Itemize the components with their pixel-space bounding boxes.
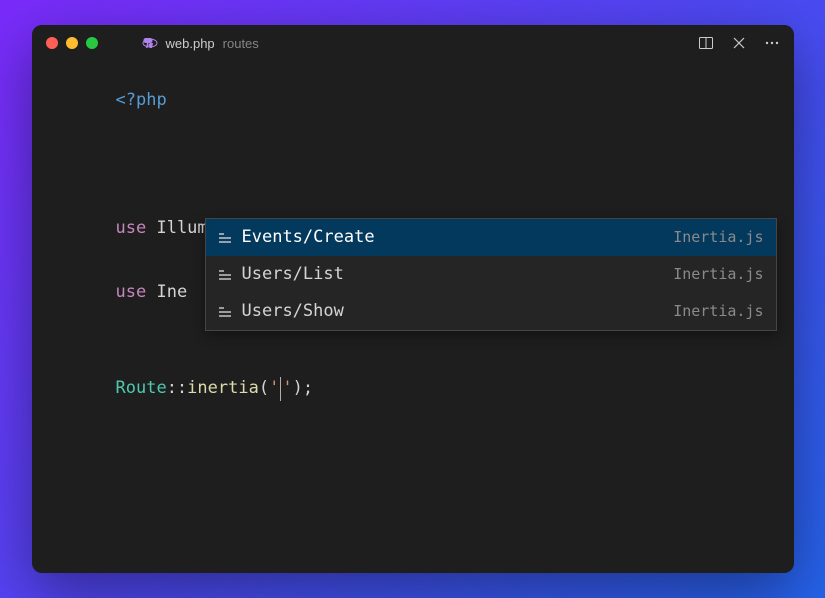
snippet-icon — [216, 229, 234, 247]
semicolon: ; — [303, 373, 313, 404]
tab-filename: web.php — [166, 36, 215, 51]
autocomplete-label: Users/List — [242, 259, 344, 290]
namespace-partial: Ine — [156, 277, 187, 308]
method-name: inertia — [187, 373, 259, 404]
maximize-window-button[interactable] — [86, 37, 98, 49]
autocomplete-detail: Inertia.js — [673, 261, 763, 289]
code-line: Route::inertia(''); — [32, 373, 794, 405]
code-line-empty — [32, 181, 794, 213]
autocomplete-label: Users/Show — [242, 296, 344, 327]
autocomplete-label: Events/Create — [242, 222, 375, 253]
class-name: Route — [116, 373, 167, 404]
editor-window: web.php routes <?php use Illuminate\Supp… — [32, 25, 794, 573]
titlebar-actions — [698, 35, 780, 51]
php-file-icon — [142, 35, 158, 51]
autocomplete-item[interactable]: Users/Show Inertia.js — [206, 293, 776, 330]
string-quote: ' — [269, 373, 279, 404]
code-line-empty — [32, 117, 794, 149]
keyword-use: use — [116, 213, 147, 244]
split-editor-icon[interactable] — [698, 35, 714, 51]
code-line-empty — [32, 341, 794, 373]
close-window-button[interactable] — [46, 37, 58, 49]
code-editor[interactable]: <?php use Illuminate\Support\Facades\Rou… — [32, 61, 794, 573]
code-line: <?php — [32, 85, 794, 117]
autocomplete-popup: Events/Create Inertia.js Users/List Iner… — [205, 218, 777, 331]
autocomplete-detail: Inertia.js — [673, 298, 763, 326]
snippet-icon — [216, 266, 234, 284]
string-quote: ' — [282, 373, 292, 404]
close-tab-icon[interactable] — [732, 36, 746, 50]
code-line-empty — [32, 149, 794, 181]
window-controls — [46, 37, 98, 49]
scope-operator: :: — [167, 373, 187, 404]
active-tab[interactable]: web.php routes — [142, 35, 259, 51]
keyword-use: use — [116, 277, 147, 308]
autocomplete-item[interactable]: Events/Create Inertia.js — [206, 219, 776, 256]
autocomplete-detail: Inertia.js — [673, 224, 763, 252]
php-open-tag: <?php — [116, 85, 167, 116]
autocomplete-item[interactable]: Users/List Inertia.js — [206, 256, 776, 293]
more-actions-icon[interactable] — [764, 35, 780, 51]
text-cursor — [280, 377, 281, 401]
paren: ( — [259, 373, 269, 404]
titlebar: web.php routes — [32, 25, 794, 61]
minimize-window-button[interactable] — [66, 37, 78, 49]
tab-folder: routes — [223, 36, 259, 51]
snippet-icon — [216, 303, 234, 321]
paren: ) — [293, 373, 303, 404]
